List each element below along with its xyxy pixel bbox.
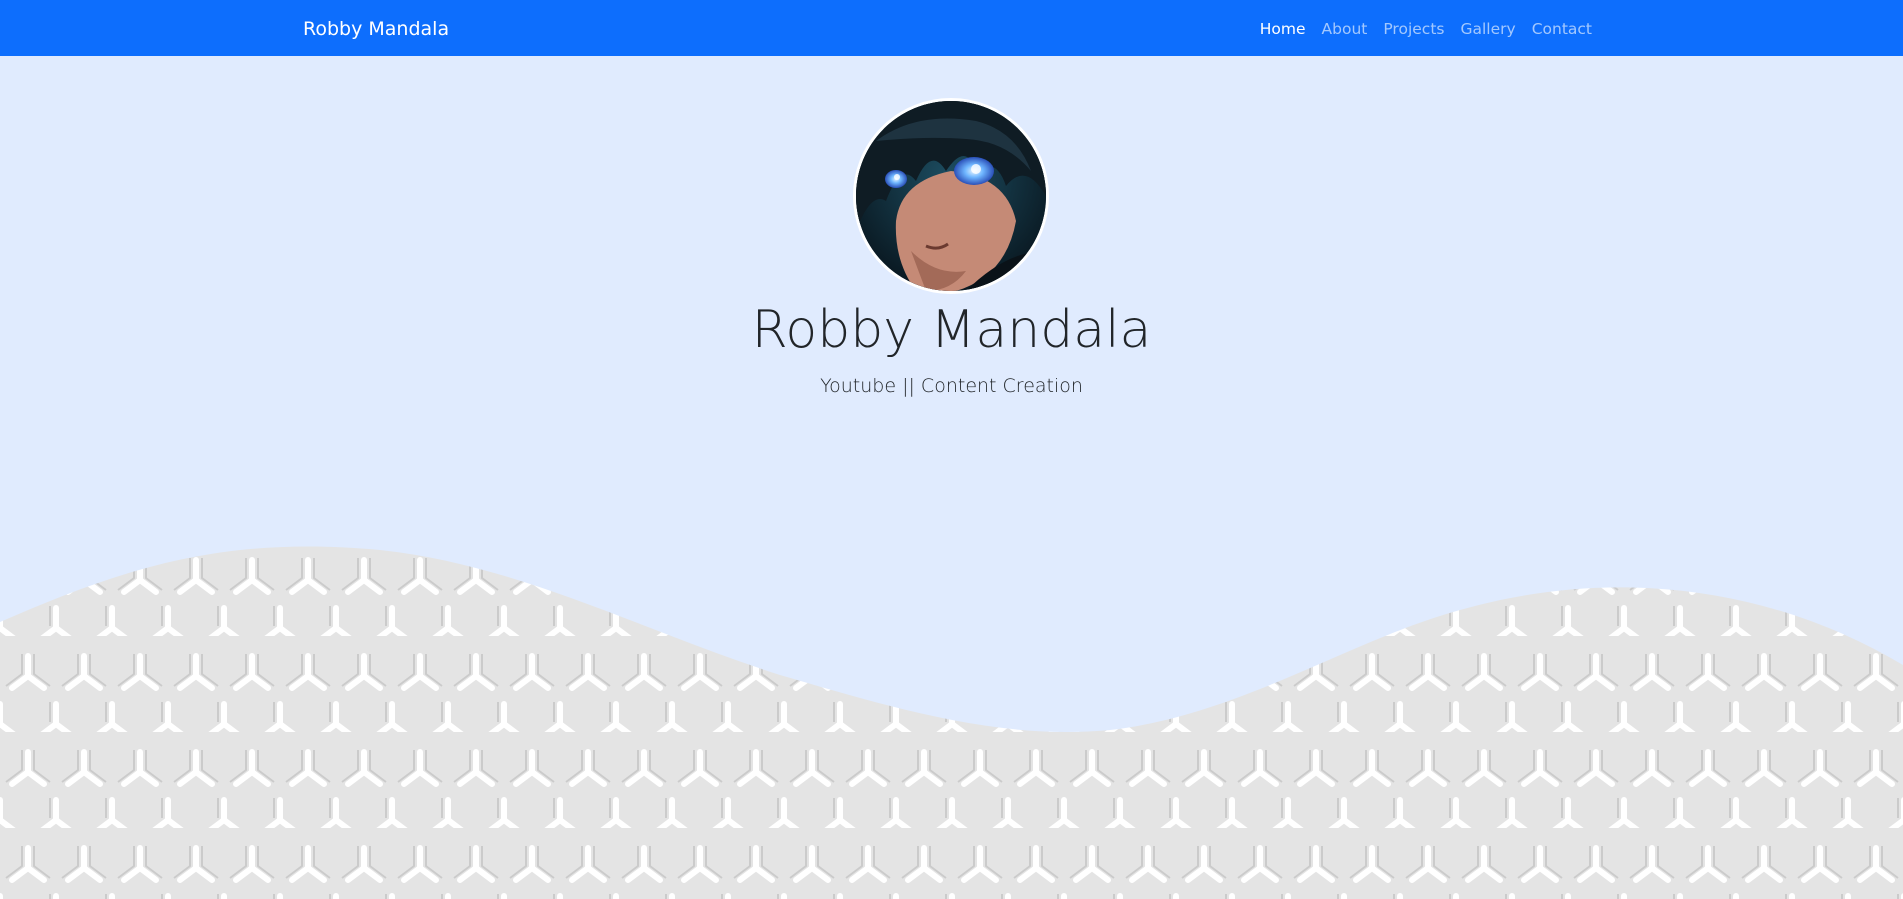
avatar bbox=[853, 98, 1049, 294]
nav-links: Home About Projects Gallery Contact bbox=[1244, 0, 1592, 56]
nav-link-gallery[interactable]: Gallery bbox=[1460, 20, 1515, 38]
hero-tagline: Youtube || Content Creation bbox=[820, 375, 1083, 397]
nav-link-contact[interactable]: Contact bbox=[1532, 20, 1592, 38]
avatar-illustration bbox=[856, 101, 1046, 291]
nav-link-projects[interactable]: Projects bbox=[1383, 20, 1444, 38]
nav-link-home[interactable]: Home bbox=[1260, 20, 1306, 38]
navbar-brand[interactable]: Robby Mandala bbox=[303, 0, 449, 56]
navbar: Robby Mandala Home About Projects Galler… bbox=[0, 0, 1903, 56]
wave-pattern-background bbox=[0, 546, 1903, 899]
hero-name: Robby Mandala bbox=[751, 300, 1152, 360]
nav-link-about[interactable]: About bbox=[1322, 20, 1368, 38]
